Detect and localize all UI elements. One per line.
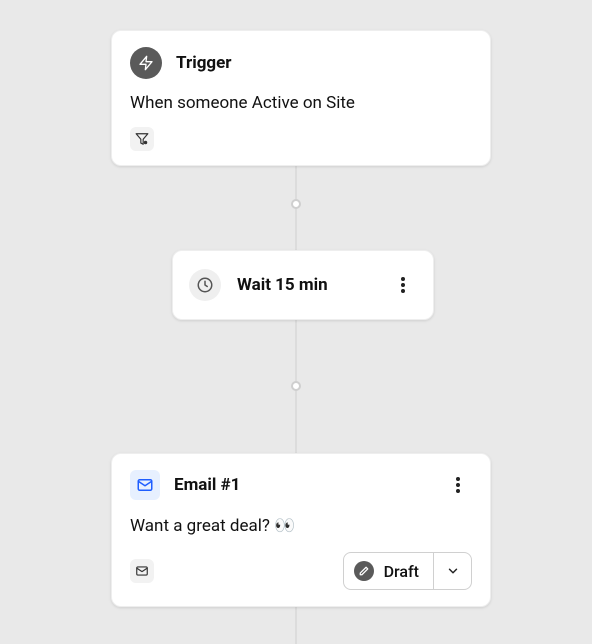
dots-vertical-icon [456,477,460,493]
email-header: Email #1 [130,470,472,500]
mail-outline-icon[interactable] [130,559,154,583]
trigger-card[interactable]: Trigger When someone Active on Site [111,30,491,166]
flow-canvas[interactable]: Trigger When someone Active on Site Wait… [0,0,592,644]
status-dropdown-toggle[interactable] [433,553,471,589]
lightning-icon [130,47,162,79]
email-card[interactable]: Email #1 Want a great deal? 👀 [111,453,491,607]
filter-icon[interactable] [130,127,154,151]
status-button[interactable]: Draft [344,553,433,589]
more-menu-button[interactable] [389,271,417,299]
dots-vertical-icon [401,277,405,293]
connector-line [295,602,297,644]
trigger-description: When someone Active on Site [130,93,472,113]
more-menu-button[interactable] [444,471,472,499]
trigger-header: Trigger [130,47,472,79]
pencil-icon [354,561,374,581]
email-footer: Draft [130,552,472,590]
connector-dot [291,381,301,391]
email-title: Email #1 [174,475,430,495]
wait-card[interactable]: Wait 15 min [172,250,434,320]
mail-icon [130,470,160,500]
status-label: Draft [384,562,419,581]
trigger-title: Trigger [176,53,232,73]
status-selector[interactable]: Draft [343,552,472,590]
connector-dot [291,199,301,209]
chevron-down-icon [446,564,460,578]
wait-label: Wait 15 min [237,275,373,295]
clock-icon [189,269,221,301]
email-subject: Want a great deal? 👀 [130,516,472,536]
